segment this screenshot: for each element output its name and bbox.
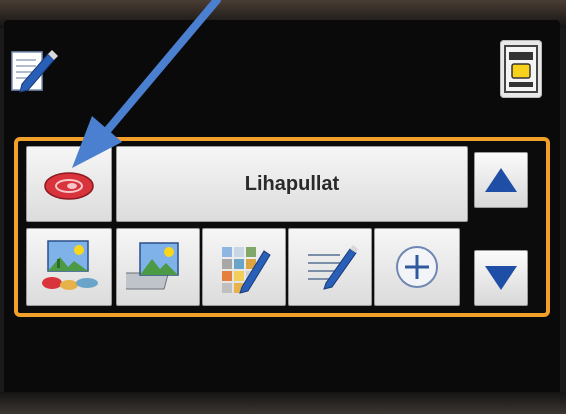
photo-album-button[interactable]: [116, 228, 200, 306]
up-arrow-icon: [485, 168, 517, 192]
program-category-button[interactable]: [26, 146, 112, 222]
down-arrow-icon: [485, 266, 517, 290]
landscape-food-icon: [42, 240, 98, 290]
landscape-food-button[interactable]: [26, 228, 112, 306]
add-button[interactable]: [374, 228, 460, 306]
color-grid-edit-icon: [222, 247, 271, 294]
edit-pencil-icon: [11, 50, 58, 93]
scroll-down-button[interactable]: [474, 250, 528, 306]
program-name-field[interactable]: Lihapullat: [116, 146, 468, 222]
scroll-up-button[interactable]: [474, 152, 528, 208]
text-edit-icon: [308, 245, 358, 290]
add-circle-icon: [396, 246, 438, 288]
program-name-label: Lihapullat: [244, 172, 340, 195]
menu-panel-icon: [504, 45, 538, 93]
text-edit-button[interactable]: [288, 228, 372, 306]
color-grid-edit-button[interactable]: [202, 228, 286, 306]
photo-album-icon: [126, 242, 179, 290]
device-bezel-bottom: [0, 392, 566, 414]
red-meat-icon: [44, 172, 94, 200]
edit-pencil-button[interactable]: [8, 44, 60, 96]
menu-panel-button[interactable]: [500, 40, 542, 98]
